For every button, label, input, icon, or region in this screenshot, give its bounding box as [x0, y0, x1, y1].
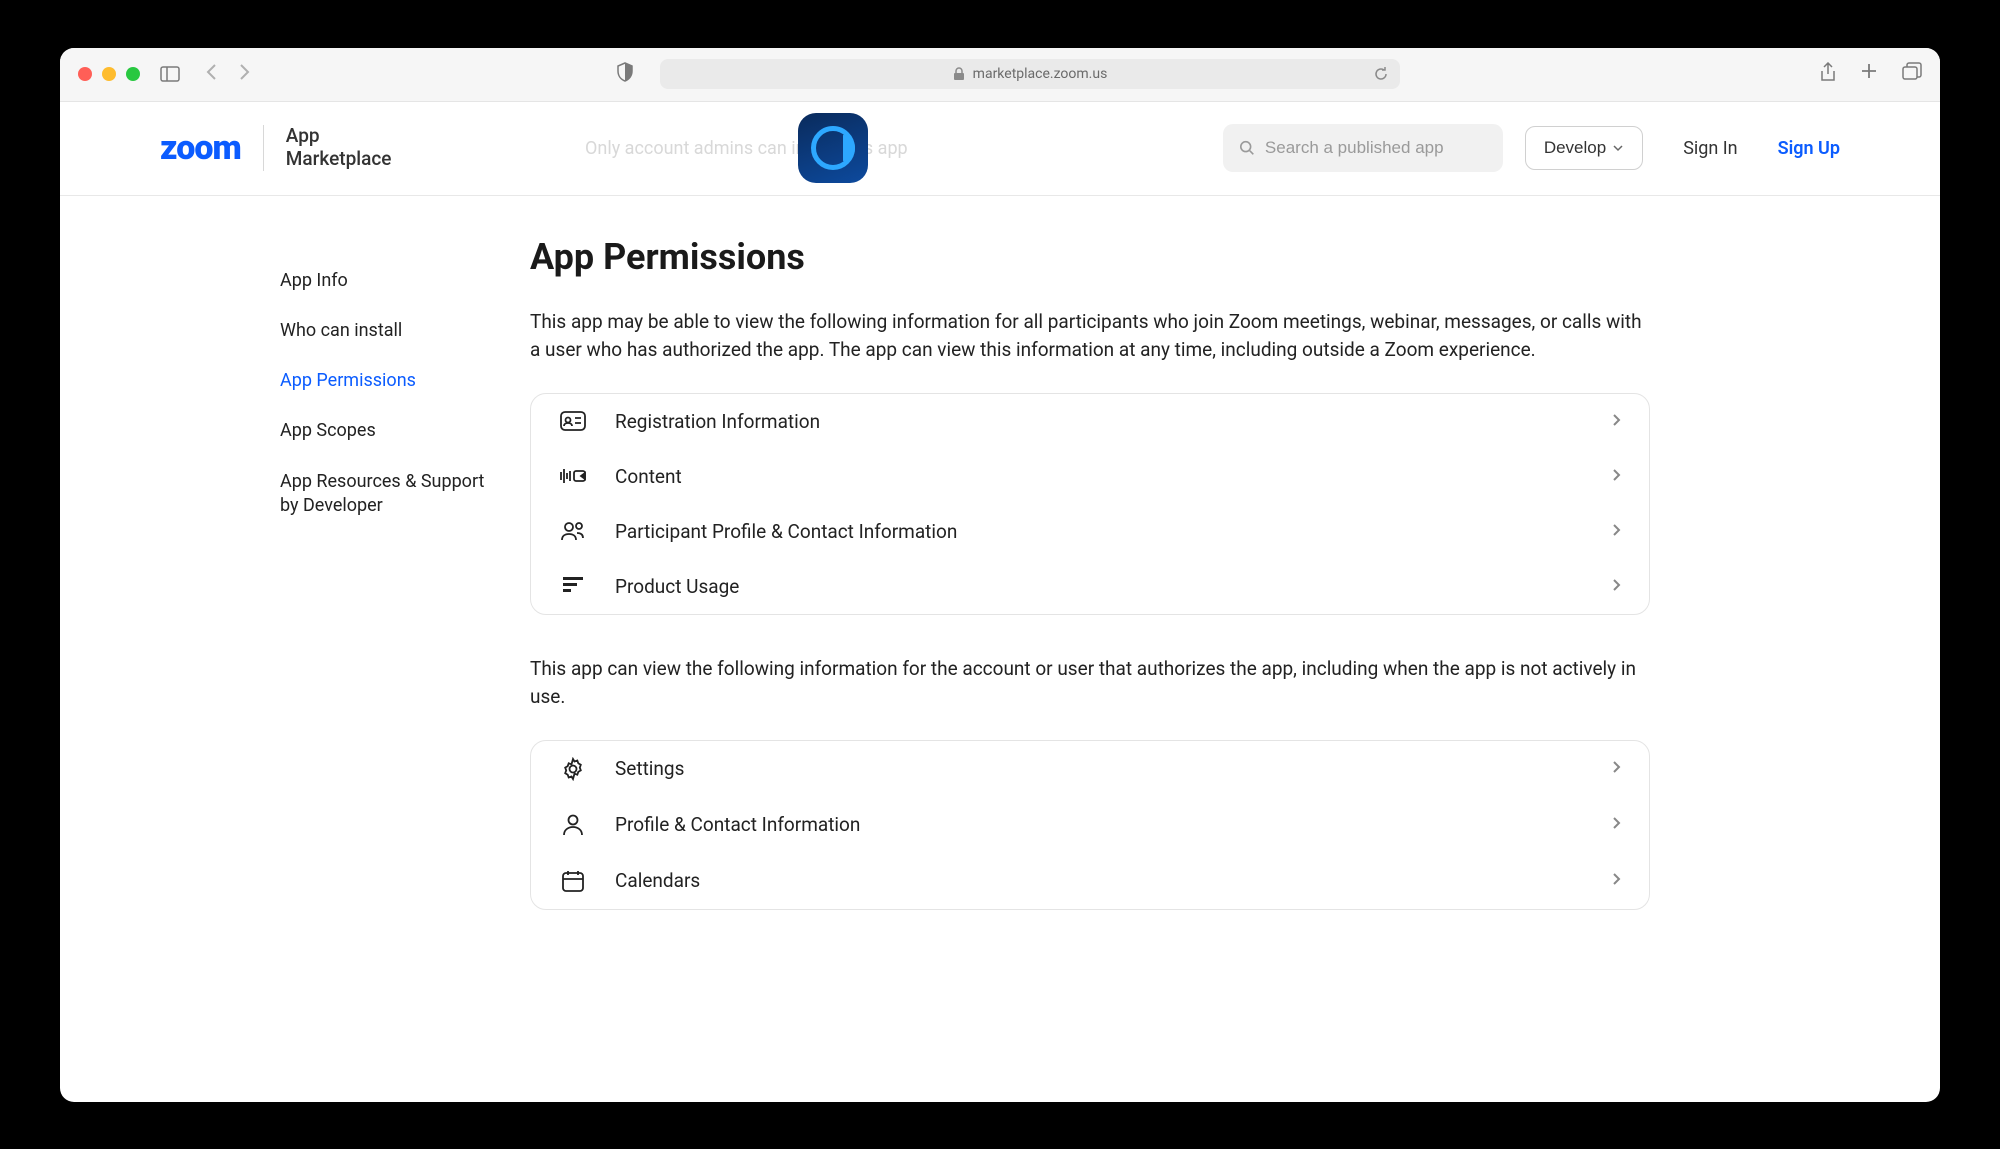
sidebar-item-resources[interactable]: App Resources & Support by Developer: [280, 457, 500, 532]
gear-icon: [559, 757, 587, 781]
search-icon: [1239, 139, 1255, 157]
browser-window: marketplace.zoom.us zoom AppMarketplace …: [60, 48, 1940, 1102]
perm-row-calendars[interactable]: Calendars: [531, 853, 1649, 909]
site-header: zoom AppMarketplace Only account admins …: [60, 102, 1940, 196]
url-text: marketplace.zoom.us: [973, 66, 1108, 82]
permissions-group-1: Registration Information Content: [530, 393, 1650, 615]
sign-up-link[interactable]: Sign Up: [1778, 138, 1840, 159]
privacy-shield-icon[interactable]: [616, 62, 634, 86]
marketplace-label: AppMarketplace: [263, 125, 392, 171]
new-tab-icon[interactable]: [1860, 62, 1878, 86]
zoom-logo[interactable]: zoom: [160, 128, 241, 168]
perm-label: Participant Profile & Contact Informatio…: [615, 520, 1584, 543]
perm-row-profile[interactable]: Profile & Contact Information: [531, 797, 1649, 853]
participants-icon: [559, 520, 587, 542]
page: zoom AppMarketplace Only account admins …: [60, 102, 1940, 1102]
page-title: App Permissions: [530, 236, 1650, 278]
perm-row-content[interactable]: Content: [531, 449, 1649, 504]
perm-row-product-usage[interactable]: Product Usage: [531, 559, 1649, 614]
back-button[interactable]: [206, 63, 218, 85]
calendar-icon: [559, 869, 587, 893]
sidebar-item-who-can-install[interactable]: Who can install: [280, 306, 500, 356]
close-window-button[interactable]: [78, 67, 92, 81]
person-icon: [559, 813, 587, 837]
content-icon: [559, 466, 587, 486]
chevron-right-icon: [1612, 815, 1621, 834]
sidebar: App Info Who can install App Permissions…: [280, 196, 500, 1102]
perm-label: Registration Information: [615, 410, 1584, 433]
content: App Info Who can install App Permissions…: [60, 196, 1940, 1102]
permissions-desc-2: This app can view the following informat…: [530, 655, 1650, 712]
forward-button[interactable]: [238, 63, 250, 85]
chevron-right-icon: [1612, 412, 1621, 431]
sidebar-toggle-icon[interactable]: [160, 66, 180, 82]
search-box[interactable]: [1223, 124, 1503, 172]
chevron-right-icon: [1612, 759, 1621, 778]
sidebar-item-app-scopes[interactable]: App Scopes: [280, 406, 500, 456]
permissions-group-2: Settings Profile & Contact Information: [530, 740, 1650, 910]
sidebar-item-app-permissions[interactable]: App Permissions: [280, 356, 500, 406]
perm-label: Calendars: [615, 869, 1584, 892]
sidebar-item-app-info[interactable]: App Info: [280, 256, 500, 306]
chevron-right-icon: [1612, 871, 1621, 890]
window-controls: [78, 67, 140, 81]
sign-in-link[interactable]: Sign In: [1683, 138, 1737, 159]
permissions-desc-1: This app may be able to view the followi…: [530, 308, 1650, 365]
develop-dropdown[interactable]: Develop: [1525, 126, 1643, 170]
id-card-icon: [559, 411, 587, 431]
chevron-down-icon: [1612, 144, 1624, 152]
chevron-right-icon: [1612, 467, 1621, 486]
perm-label: Profile & Contact Information: [615, 813, 1584, 836]
app-icon: [798, 113, 868, 183]
perm-label: Settings: [615, 757, 1584, 780]
chevron-right-icon: [1612, 522, 1621, 541]
tabs-icon[interactable]: [1902, 62, 1922, 86]
perm-row-registration[interactable]: Registration Information: [531, 394, 1649, 449]
minimize-window-button[interactable]: [102, 67, 116, 81]
usage-icon: [559, 576, 587, 596]
main: App Permissions This app may be able to …: [500, 196, 1650, 1102]
lock-icon: [953, 67, 965, 81]
perm-row-settings[interactable]: Settings: [531, 741, 1649, 797]
share-icon[interactable]: [1820, 62, 1836, 86]
titlebar: marketplace.zoom.us: [60, 48, 1940, 102]
fullscreen-window-button[interactable]: [126, 67, 140, 81]
perm-label: Content: [615, 465, 1584, 488]
search-input[interactable]: [1265, 138, 1487, 158]
perm-row-participant-profile[interactable]: Participant Profile & Contact Informatio…: [531, 504, 1649, 559]
perm-label: Product Usage: [615, 575, 1584, 598]
address-bar[interactable]: marketplace.zoom.us: [660, 59, 1400, 89]
chevron-right-icon: [1612, 577, 1621, 596]
reload-icon[interactable]: [1374, 67, 1388, 81]
